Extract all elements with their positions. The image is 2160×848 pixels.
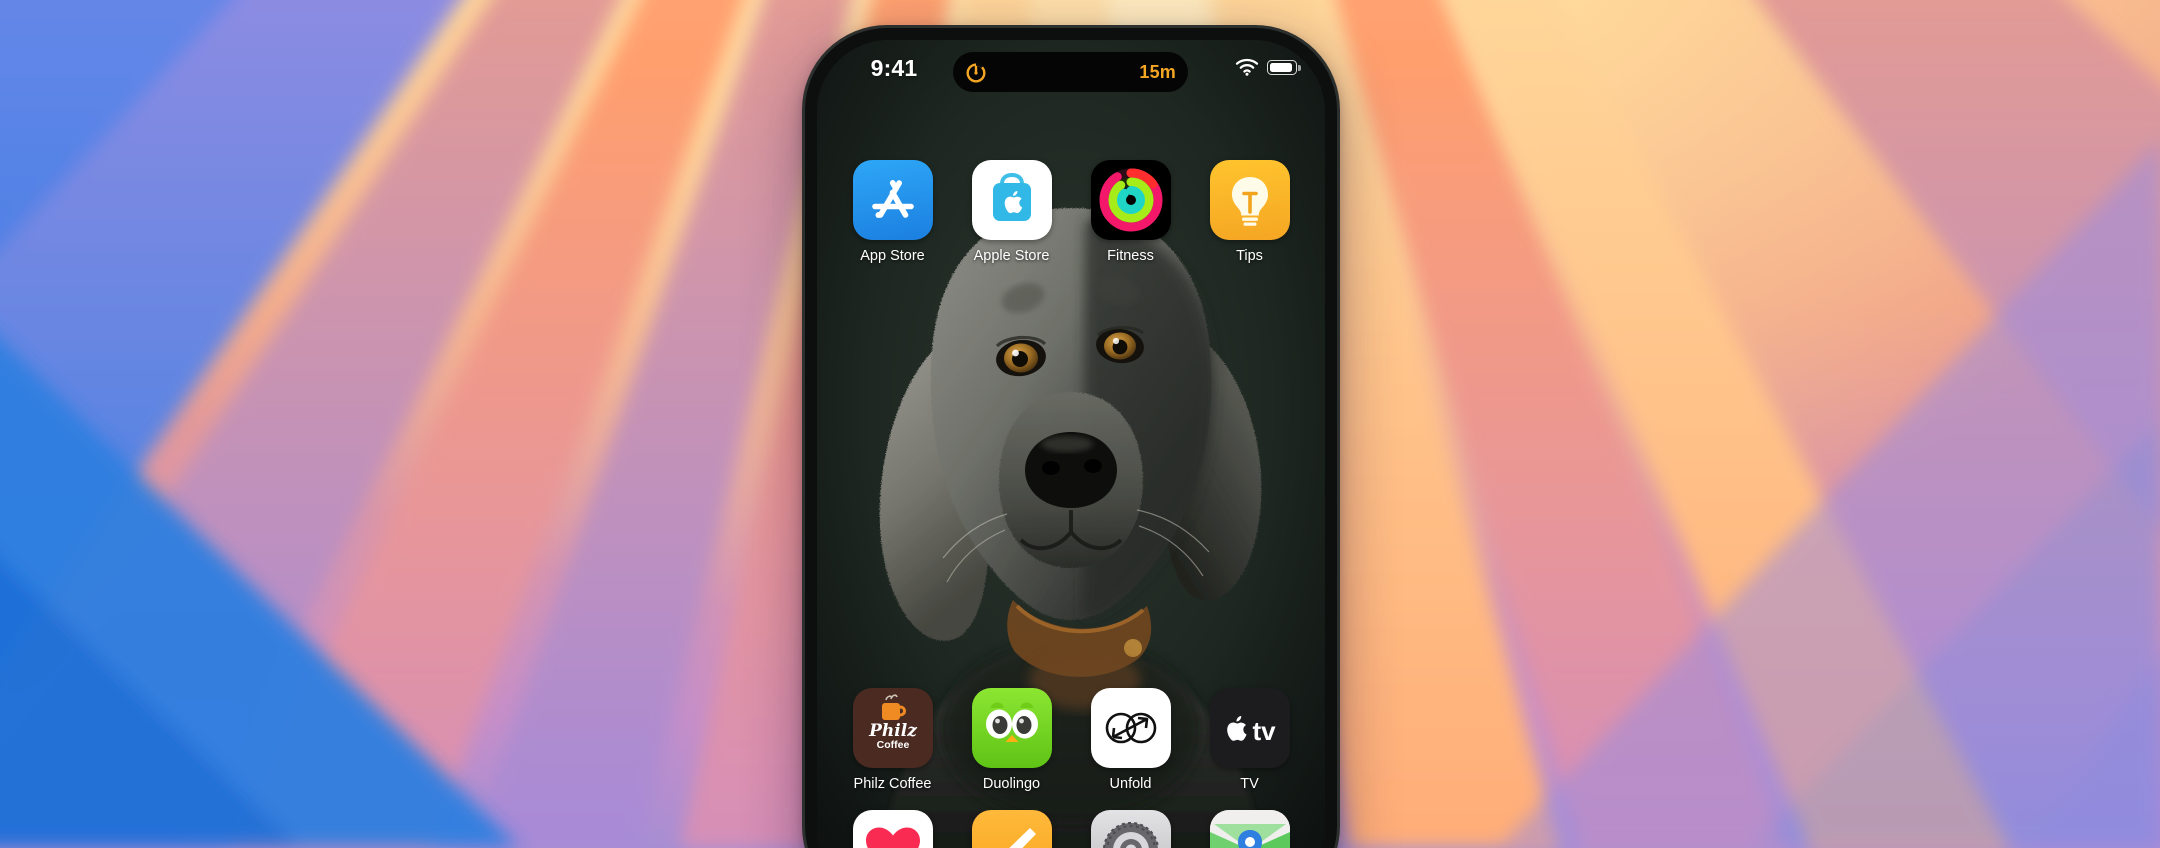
status-bar-time: 9:41 — [870, 55, 918, 81]
apple-store-icon[interactable] — [971, 160, 1052, 240]
app-icon-tips[interactable]: Tips — [1202, 160, 1298, 264]
status-bar: 9:41 15m — [817, 40, 1325, 106]
app-store-icon[interactable] — [852, 160, 933, 240]
app-label: Philz Coffee — [853, 776, 932, 792]
app-icon-duolingo[interactable]: Duolingo — [964, 688, 1060, 792]
app-label: Unfold — [1109, 776, 1152, 792]
iphone-screen: 9:41 15m App Store Apple Store Fitness T… — [817, 40, 1325, 848]
app-icon-app-store[interactable]: App Store — [845, 160, 941, 264]
unfold-icon[interactable] — [1090, 688, 1171, 768]
dynamic-island-timer-value: 15m — [1139, 61, 1176, 82]
dynamic-island[interactable]: 15m — [953, 52, 1188, 92]
svg-text:tv: tv — [1252, 716, 1276, 746]
screenshot-stage: 9:41 15m App Store Apple Store Fitness T… — [0, 0, 2160, 848]
svg-text:Philz: Philz — [868, 721, 917, 741]
maps-icon[interactable] — [1209, 810, 1290, 848]
timer-icon — [966, 62, 986, 83]
fitness-icon[interactable] — [1090, 160, 1171, 240]
battery-fill — [1269, 62, 1292, 72]
health-icon[interactable] — [852, 810, 933, 848]
iphone-device-frame: 9:41 15m App Store Apple Store Fitness T… — [805, 28, 1337, 848]
app-label: App Store — [860, 248, 925, 264]
settings-icon[interactable] — [1090, 810, 1171, 848]
app-icon-pages[interactable]: Pages — [964, 810, 1060, 848]
app-label: TV — [1240, 776, 1259, 792]
app-icon-fitness[interactable]: Fitness — [1083, 160, 1179, 264]
duolingo-icon[interactable] — [971, 688, 1052, 768]
tips-icon[interactable] — [1209, 160, 1290, 240]
app-label: Fitness — [1107, 248, 1154, 264]
apple-tv-icon[interactable]: tv — [1209, 688, 1290, 768]
app-icon-unfold[interactable]: Unfold — [1083, 688, 1179, 792]
home-screen-row-2: Philz Coffee Philz Coffee Duolingo Unfol… — [817, 688, 1325, 792]
home-screen-row-3: Health Pages — [817, 810, 1325, 848]
status-bar-indicators — [1235, 58, 1301, 76]
app-label: Apple Store — [973, 248, 1050, 264]
app-label: Duolingo — [982, 776, 1041, 792]
app-icon-apple-store[interactable]: Apple Store — [964, 160, 1060, 264]
philz-coffee-icon[interactable]: Philz Coffee — [852, 688, 933, 768]
app-label: Tips — [1236, 248, 1263, 264]
app-icon-settings[interactable]: Settings — [1083, 810, 1179, 848]
app-icon-health[interactable]: Health — [845, 810, 941, 848]
battery-icon — [1267, 59, 1301, 75]
wifi-icon — [1235, 58, 1259, 76]
svg-text:Coffee: Coffee — [876, 739, 909, 751]
home-screen-row-1: App Store Apple Store Fitness Tips — [817, 160, 1325, 264]
app-icon-apple-tv[interactable]: tv TV — [1202, 688, 1298, 792]
app-icon-philz-coffee[interactable]: Philz Coffee Philz Coffee — [845, 688, 941, 792]
pages-icon[interactable] — [971, 810, 1052, 848]
app-icon-maps[interactable]: Maps — [1202, 810, 1298, 848]
